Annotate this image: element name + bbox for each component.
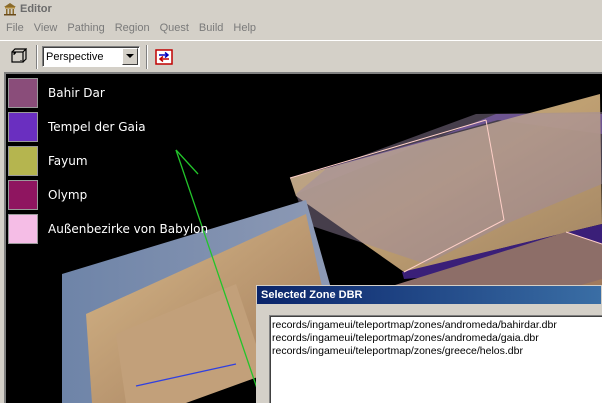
- legend-label: Außenbezirke von Babylon: [48, 222, 209, 236]
- color-swatch: [8, 214, 38, 244]
- menu-quest[interactable]: Quest: [156, 22, 195, 34]
- view-mode-select[interactable]: Perspective: [42, 46, 140, 67]
- legend-label: Bahir Dar: [48, 86, 105, 100]
- legend-item[interactable]: Außenbezirke von Babylon: [8, 212, 208, 246]
- legend-item[interactable]: Bahir Dar: [8, 76, 208, 110]
- legend-item[interactable]: Olymp: [8, 178, 208, 212]
- list-item[interactable]: records/ingameui/teleportmap/zones/greec…: [272, 345, 602, 358]
- color-swatch: [8, 180, 38, 210]
- menu-bar: File View Pathing Region Quest Build Hel…: [0, 18, 602, 38]
- selected-zone-dbr-window: Selected Zone DBR records/ingameui/telep…: [256, 285, 602, 403]
- swap-view-button[interactable]: [152, 45, 176, 69]
- list-item[interactable]: records/ingameui/teleportmap/zones/andro…: [272, 332, 602, 345]
- legend-item[interactable]: Fayum: [8, 144, 208, 178]
- zone-legend: Bahir Dar Tempel der Gaia Fayum Olymp Au…: [8, 76, 208, 246]
- zoom-extents-icon: [11, 47, 27, 63]
- color-swatch: [8, 112, 38, 142]
- menu-file[interactable]: File: [2, 22, 30, 34]
- menu-region[interactable]: Region: [111, 22, 156, 34]
- toolbar-separator: [36, 44, 38, 69]
- color-swatch: [8, 146, 38, 176]
- menu-help[interactable]: Help: [229, 22, 262, 34]
- zoom-extents-button[interactable]: [6, 45, 30, 69]
- toolbar-separator: [146, 44, 148, 69]
- dropdown-arrow-icon[interactable]: [122, 48, 138, 65]
- temple-icon: [4, 3, 16, 16]
- toolbar: Perspective: [0, 40, 602, 72]
- color-swatch: [8, 78, 38, 108]
- window-title: Editor: [20, 3, 52, 15]
- view-mode-value: Perspective: [46, 50, 104, 63]
- legend-label: Olymp: [48, 188, 88, 202]
- menu-view[interactable]: View: [30, 22, 64, 34]
- dbr-window-title[interactable]: Selected Zone DBR: [257, 286, 601, 304]
- list-item[interactable]: records/ingameui/teleportmap/zones/andro…: [272, 319, 602, 332]
- legend-label: Tempel der Gaia: [48, 120, 146, 134]
- swap-icon: [155, 48, 173, 65]
- menu-pathing[interactable]: Pathing: [63, 22, 110, 34]
- dbr-list[interactable]: records/ingameui/teleportmap/zones/andro…: [269, 315, 602, 403]
- legend-label: Fayum: [48, 154, 88, 168]
- title-bar: Editor: [0, 0, 602, 18]
- menu-build[interactable]: Build: [195, 22, 229, 34]
- legend-item[interactable]: Tempel der Gaia: [8, 110, 208, 144]
